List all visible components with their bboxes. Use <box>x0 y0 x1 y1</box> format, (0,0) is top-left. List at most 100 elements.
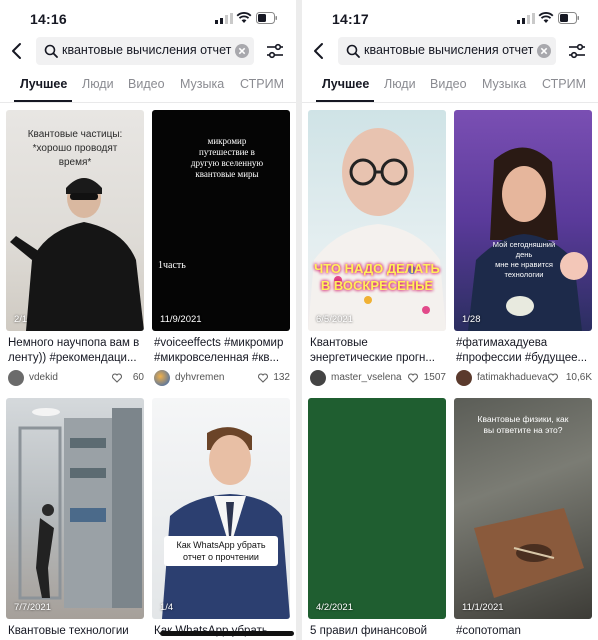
video-caption[interactable]: #фатимахадуева #профессии #будущее... <box>456 336 592 366</box>
video-label: 4/2/2021 <box>316 602 353 613</box>
avatar[interactable] <box>154 370 170 386</box>
search-tabs: Лучшее Люди Видео Музыка СТРИМ <box>0 73 296 103</box>
search-query: квантовые вычисления отчет <box>364 43 534 57</box>
video-card[interactable]: Мой сегодняшний день мне не нравится тех… <box>454 110 592 390</box>
video-card[interactable]: Квантовые физики, как вы ответите на это… <box>454 398 592 640</box>
phone-screen-right: 14:17 квантовые вычисления отчет Лучшее … <box>302 0 598 640</box>
video-card[interactable]: 4/2/2021 5 правил финансовой <box>308 398 446 640</box>
video-label: 11/9/2021 <box>160 314 202 325</box>
heart-icon <box>258 373 268 383</box>
video-thumbnail[interactable]: ЧТО НАДО ДЕЛАТЬ В ВОСКРЕСЕНЬЕ 6/5/2021 <box>308 110 446 331</box>
lab-equipment-image <box>18 408 142 608</box>
like-count: 132 <box>273 372 290 383</box>
video-meta: vdekid 60 <box>8 369 144 387</box>
video-overlay-part: 1часть <box>158 260 186 271</box>
video-caption[interactable]: Немного научпопа вам в ленту)) #рекоменд… <box>8 336 144 366</box>
video-label: 1/4 <box>160 602 174 613</box>
status-time: 14:16 <box>30 11 67 27</box>
video-meta: master_vselena 1507 <box>310 369 446 387</box>
video-card[interactable]: микромир путешествие в другую вселенную … <box>152 110 290 390</box>
like-count: 60 <box>132 372 144 383</box>
video-overlay-text: Мой сегодняшний день мне не нравится тех… <box>492 240 556 279</box>
filter-icon[interactable] <box>266 42 284 60</box>
phone-screen-left: 14:16 квантовые вычисления отчет Лучшее … <box>0 0 296 640</box>
clear-icon[interactable] <box>234 43 250 59</box>
search-query: квантовые вычисления отчет <box>62 43 232 57</box>
signal-icon <box>517 13 535 24</box>
search-icon <box>44 44 58 58</box>
video-thumbnail[interactable]: Квантовые физики, как вы ответите на это… <box>454 398 592 619</box>
tab-music[interactable]: Музыка <box>482 77 526 91</box>
video-overlay-text: Как WhatsApp убрать отчет о прочтении <box>164 536 278 566</box>
video-caption[interactable]: 5 правил финансовой <box>310 624 446 640</box>
avatar[interactable] <box>8 370 24 386</box>
person-figure <box>162 427 290 619</box>
video-overlay-text: ЧТО НАДО ДЕЛАТЬ В ВОСКРЕСЕНЬЕ <box>314 261 440 293</box>
status-bar: 14:16 <box>0 0 296 36</box>
status-time: 14:17 <box>332 11 369 27</box>
video-card[interactable]: Как WhatsApp убрать отчет о прочтении 1/… <box>152 398 290 640</box>
video-overlay-text: Квантовые частицы: *хорошо проводят врем… <box>27 129 123 168</box>
tab-users[interactable]: Люди <box>384 77 416 91</box>
back-icon[interactable] <box>312 42 326 60</box>
like-count: 10,6K <box>565 372 592 383</box>
heart-icon <box>408 373 418 383</box>
tab-top[interactable]: Лучшее <box>322 77 369 91</box>
username[interactable]: fatimakhadueva <box>477 372 548 383</box>
search-bar: квантовые вычисления отчет <box>302 37 598 65</box>
video-caption[interactable]: #сопотоman <box>456 624 592 640</box>
tab-videos[interactable]: Видео <box>128 77 165 91</box>
video-caption[interactable]: Квантовые технологии <box>8 624 144 640</box>
video-meta: dyhvremen 132 <box>154 369 290 387</box>
battery-icon <box>256 12 277 24</box>
heart-icon <box>112 373 122 383</box>
tab-videos[interactable]: Видео <box>430 77 467 91</box>
back-icon[interactable] <box>10 42 24 60</box>
heart-icon <box>548 373 558 383</box>
video-thumbnail[interactable]: микромир путешествие в другую вселенную … <box>152 110 290 331</box>
video-thumbnail[interactable]: Мой сегодняшний день мне не нравится тех… <box>454 110 592 331</box>
video-label: 2/1 <box>14 314 28 325</box>
video-thumbnail[interactable]: 4/2/2021 <box>308 398 446 619</box>
avatar[interactable] <box>456 370 472 386</box>
search-input[interactable]: квантовые вычисления отчет <box>36 37 254 65</box>
like-count: 1507 <box>423 372 446 383</box>
video-card[interactable]: ЧТО НАДО ДЕЛАТЬ В ВОСКРЕСЕНЬЕ 6/5/2021 К… <box>308 110 446 390</box>
search-icon <box>346 44 360 58</box>
video-label: 1/28 <box>462 314 481 325</box>
video-overlay-text: микромир путешествие в другую вселенную … <box>190 136 264 179</box>
person-figure <box>468 147 588 331</box>
video-caption[interactable]: Квантовые энергетические прогн... <box>310 336 446 366</box>
tab-top[interactable]: Лучшее <box>20 77 67 91</box>
tab-live[interactable]: СТРИМ <box>240 77 284 91</box>
active-tab-indicator <box>14 100 72 102</box>
video-label: 7/7/2021 <box>14 602 51 613</box>
username[interactable]: master_vselena <box>331 372 402 383</box>
username[interactable]: dyhvremen <box>175 372 224 383</box>
video-caption[interactable]: #voiceeffects #микромир #микровселенная … <box>154 336 290 366</box>
username[interactable]: vdekid <box>29 372 58 383</box>
video-thumbnail[interactable]: Квантовые частицы: *хорошо проводят врем… <box>6 110 144 331</box>
status-bar: 14:17 <box>302 0 598 36</box>
filter-icon[interactable] <box>568 42 586 60</box>
search-input[interactable]: квантовые вычисления отчет <box>338 37 556 65</box>
tab-live[interactable]: СТРИМ <box>542 77 586 91</box>
video-thumbnail[interactable]: Как WhatsApp убрать отчет о прочтении 1/… <box>152 398 290 619</box>
avatar[interactable] <box>310 370 326 386</box>
home-indicator <box>160 631 294 636</box>
tab-users[interactable]: Люди <box>82 77 114 91</box>
clear-icon[interactable] <box>536 43 552 59</box>
video-card[interactable]: Квантовые частицы: *хорошо проводят врем… <box>6 110 144 390</box>
wifi-icon <box>236 12 252 23</box>
search-bar: квантовые вычисления отчет <box>0 37 296 65</box>
signal-icon <box>215 13 233 24</box>
video-overlay-text: Квантовые физики, как вы ответите на это… <box>477 414 569 435</box>
video-card[interactable]: 7/7/2021 Квантовые технологии <box>6 398 144 640</box>
video-label: 11/1/2021 <box>462 602 504 613</box>
wifi-icon <box>538 12 554 23</box>
battery-icon <box>558 12 579 24</box>
search-tabs: Лучшее Люди Видео Музыка СТРИМ <box>302 73 598 103</box>
active-tab-indicator <box>316 100 374 102</box>
video-thumbnail[interactable]: 7/7/2021 <box>6 398 144 619</box>
tab-music[interactable]: Музыка <box>180 77 224 91</box>
